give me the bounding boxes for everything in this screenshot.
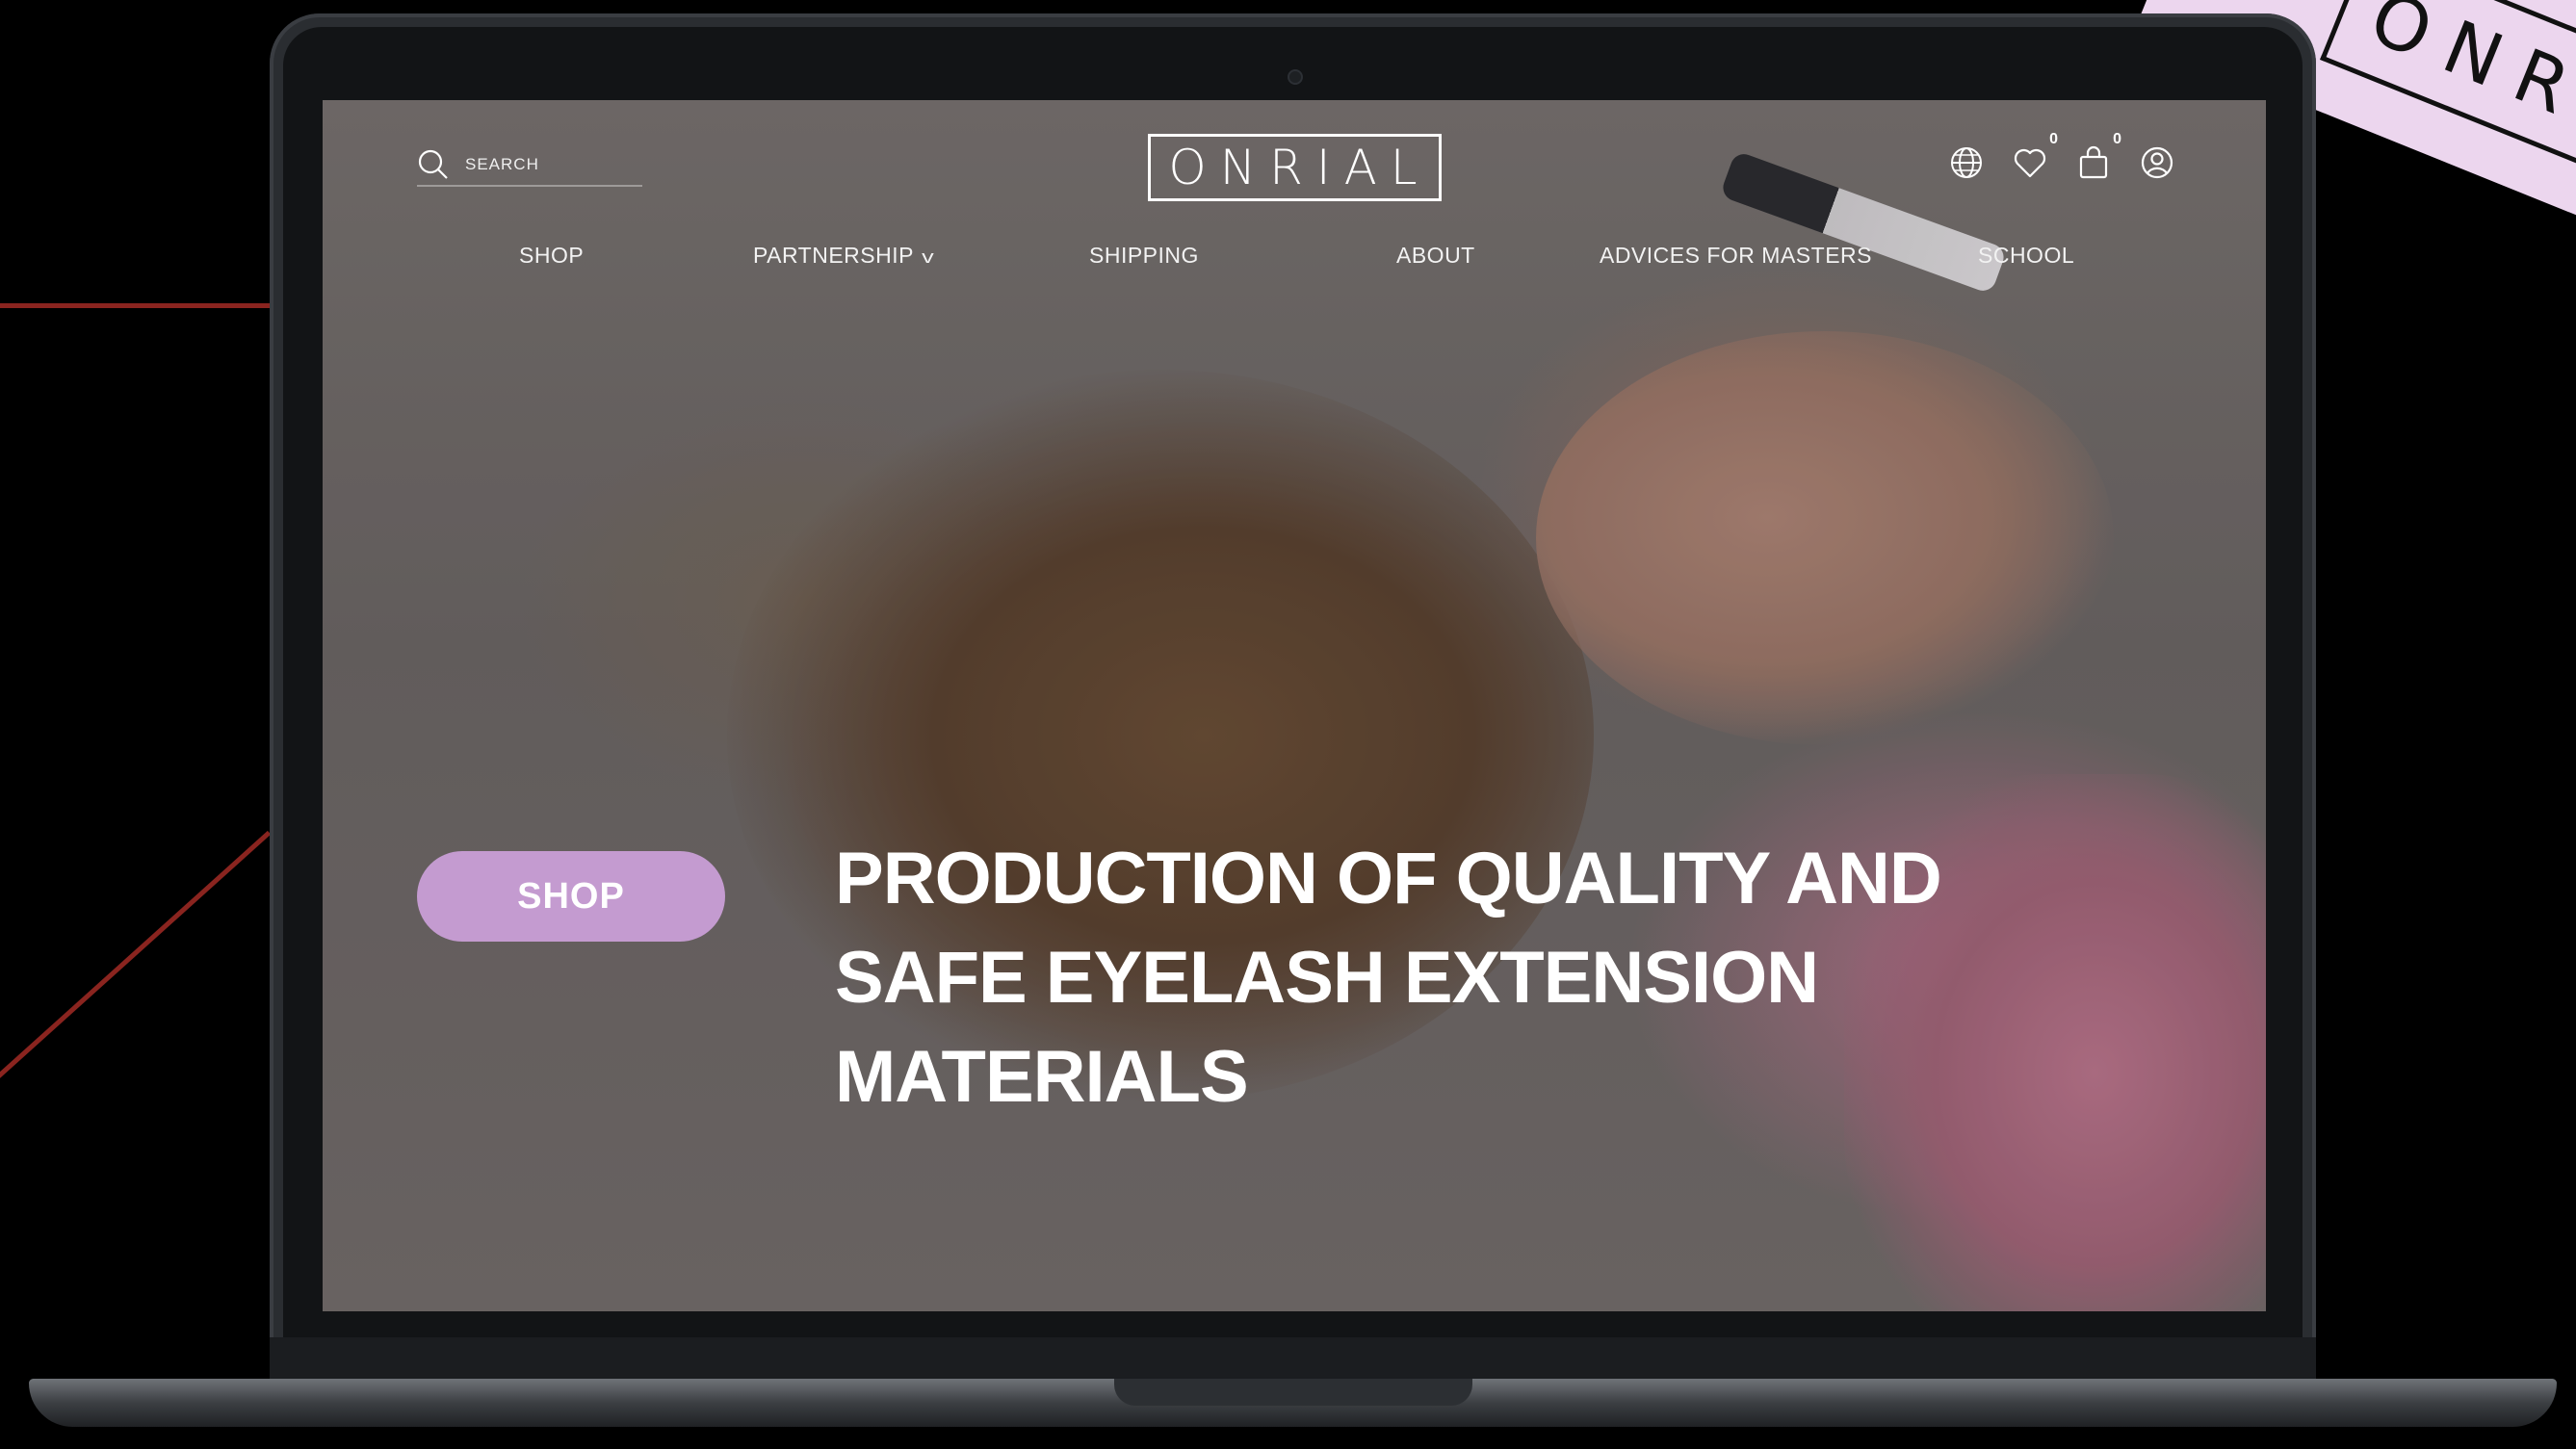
search-bar[interactable]: SEARCH <box>417 144 642 187</box>
nav-item-partnership[interactable]: PARTNERSHIP v <box>753 243 935 269</box>
search-icon[interactable] <box>417 148 450 181</box>
decorative-line <box>0 303 279 308</box>
header-icons: 0 0 <box>1948 131 2175 181</box>
nav-item-shop[interactable]: SHOP <box>519 243 584 269</box>
hero-headline-line: SAFE EYELASH EXTENSION <box>835 937 1819 1019</box>
cart-button[interactable]: 0 <box>2075 131 2121 181</box>
nav-item-about[interactable]: ABOUT <box>1396 243 1475 269</box>
hero-headline: PRODUCTION OF QUALITY AND SAFE EYELASH E… <box>835 829 2087 1126</box>
heart-icon <box>2014 148 2046 178</box>
cart-count: 0 <box>2113 131 2121 147</box>
wishlist-count: 0 <box>2049 131 2058 147</box>
hero-image-face <box>1536 331 2114 745</box>
user-icon <box>2141 146 2173 179</box>
website-screen: SEARCH ONRIAL 0 0 SHOP PARTNERSHIP v SHI… <box>323 100 2266 1311</box>
laptop-notch <box>1114 1379 1472 1406</box>
hero-headline-line: PRODUCTION OF QUALITY AND <box>835 838 1942 919</box>
main-nav: SHOP PARTNERSHIP v SHIPPING ABOUT ADVICES… <box>323 243 2266 281</box>
shopping-bag-icon <box>2079 145 2108 179</box>
chevron-down-icon: v <box>922 247 935 267</box>
account-button[interactable] <box>2139 144 2175 181</box>
camera-icon <box>1287 69 1303 85</box>
search-input[interactable]: SEARCH <box>465 155 539 174</box>
site-logo[interactable]: ONRIAL <box>1148 134 1442 201</box>
language-button[interactable] <box>1948 144 1985 181</box>
nav-item-shipping[interactable]: SHIPPING <box>1089 243 1199 269</box>
globe-icon <box>1951 147 1982 178</box>
nav-item-partnership-label: PARTNERSHIP <box>753 243 914 268</box>
wishlist-button[interactable]: 0 <box>2012 131 2058 181</box>
nav-item-school[interactable]: SCHOOL <box>1978 243 2074 269</box>
nav-item-advices-for-masters[interactable]: ADVICES FOR MASTERS <box>1600 243 1872 269</box>
shop-button[interactable]: SHOP <box>417 851 725 942</box>
decorative-line-diagonal <box>0 830 272 1112</box>
hero-headline-line: MATERIALS <box>835 1036 1249 1118</box>
sticker-text: ONRIA <box>2320 0 2576 224</box>
